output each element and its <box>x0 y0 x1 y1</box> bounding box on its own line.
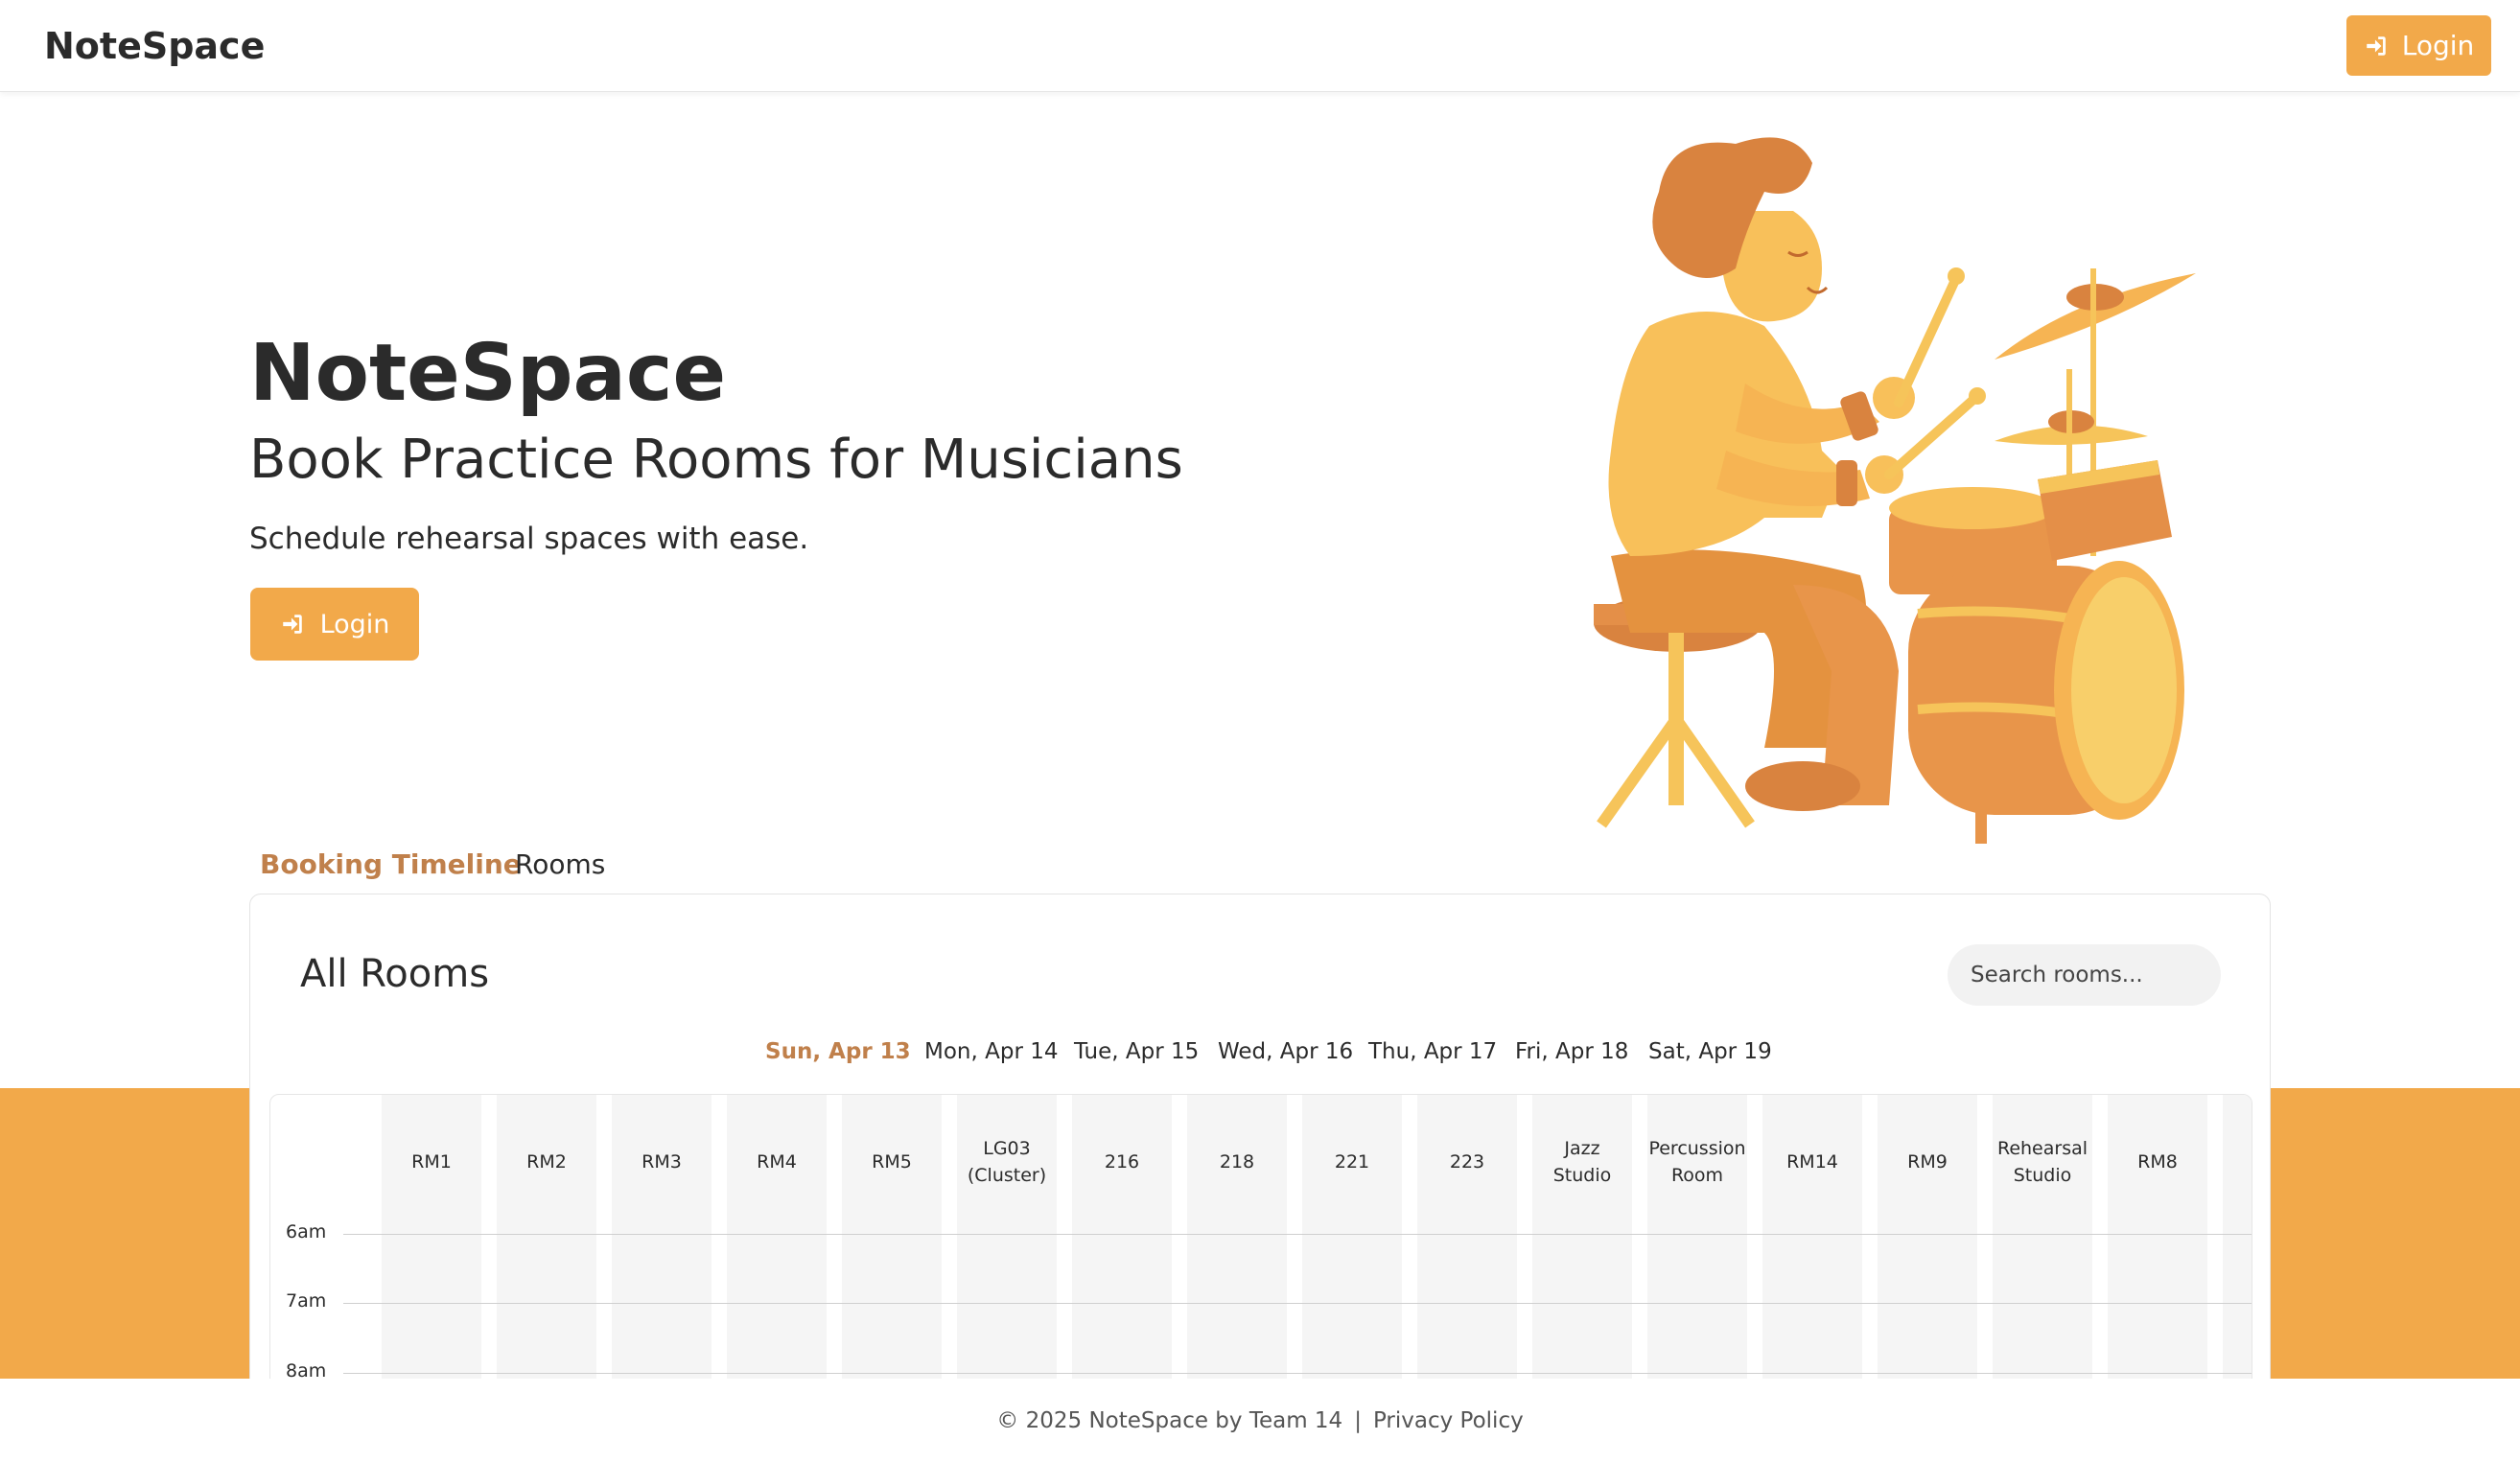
hour-gridline <box>343 1234 2252 1235</box>
day-tab-sat[interactable]: Sat, Apr 19 <box>1648 1039 1772 1064</box>
time-label: 6am <box>286 1221 327 1242</box>
timeline-grid: RM1 RM2 RM3 RM4 RM5 LG03 (Cluster) 216 2… <box>269 1094 2252 1410</box>
room-header: 218 <box>1219 1151 1255 1173</box>
hero-title: NoteSpace <box>249 328 727 419</box>
room-header: Rehearsal Studio <box>1996 1138 2088 1186</box>
hero-tagline: Schedule rehearsal spaces with ease. <box>249 522 809 556</box>
room-header: RM3 <box>642 1151 682 1173</box>
sign-in-icon <box>282 615 302 634</box>
footer: © 2025 NoteSpace by Team 14 | Privacy Po… <box>0 1379 2520 1463</box>
navbar: NoteSpace Login <box>0 0 2520 92</box>
search-rooms-input[interactable] <box>1948 944 2221 1006</box>
room-header: LG03 (Cluster) <box>967 1138 1047 1186</box>
room-header: 221 <box>1334 1151 1370 1173</box>
tab-rooms[interactable]: Rooms <box>515 848 605 880</box>
room-column <box>2223 1095 2252 1410</box>
hour-gridline <box>343 1373 2252 1374</box>
room-header: RM8 <box>2137 1151 2178 1173</box>
room-header: RM2 <box>526 1151 567 1173</box>
day-tab-wed[interactable]: Wed, Apr 16 <box>1218 1039 1353 1064</box>
room-header: RM1 <box>411 1151 452 1173</box>
room-header: RM14 <box>1786 1151 1838 1173</box>
hero-login-label: Login <box>319 609 390 639</box>
time-label: 7am <box>286 1290 327 1312</box>
privacy-policy-link[interactable]: Privacy Policy <box>1373 1408 1524 1433</box>
room-header: Percussion Room <box>1648 1138 1746 1186</box>
day-tab-thu[interactable]: Thu, Apr 17 <box>1368 1039 1497 1064</box>
hour-gridline <box>343 1303 2252 1304</box>
room-header: RM4 <box>757 1151 797 1173</box>
day-tab-mon[interactable]: Mon, Apr 14 <box>924 1039 1058 1064</box>
nav-login-button[interactable]: Login <box>2346 15 2491 76</box>
timeline-title: All Rooms <box>300 952 490 996</box>
room-header: Jazz Studio <box>1552 1138 1612 1186</box>
day-tab-fri[interactable]: Fri, Apr 18 <box>1515 1039 1628 1064</box>
hero-subtitle: Book Practice Rooms for Musicians <box>249 429 1183 491</box>
booking-timeline-card: All Rooms Sun, Apr 13 Mon, Apr 14 Tue, A… <box>249 894 2271 1411</box>
day-tab-tue[interactable]: Tue, Apr 15 <box>1074 1039 1199 1064</box>
room-header: RM9 <box>1907 1151 1948 1173</box>
sign-in-icon <box>2366 35 2386 56</box>
drummer-illustration <box>1594 137 2196 844</box>
tab-booking-timeline[interactable]: Booking Timeline <box>260 848 522 880</box>
room-header: 216 <box>1104 1151 1140 1173</box>
hero-login-button[interactable]: Login <box>250 588 419 661</box>
day-tab-sun[interactable]: Sun, Apr 13 <box>765 1039 911 1064</box>
nav-login-label: Login <box>2401 30 2475 61</box>
room-header: 223 <box>1449 1151 1485 1173</box>
brand-logo[interactable]: NoteSpace <box>44 25 265 67</box>
footer-copyright: © 2025 NoteSpace by Team 14 <box>996 1408 1343 1433</box>
footer-separator: | <box>1354 1408 1362 1433</box>
room-header: RM5 <box>872 1151 912 1173</box>
